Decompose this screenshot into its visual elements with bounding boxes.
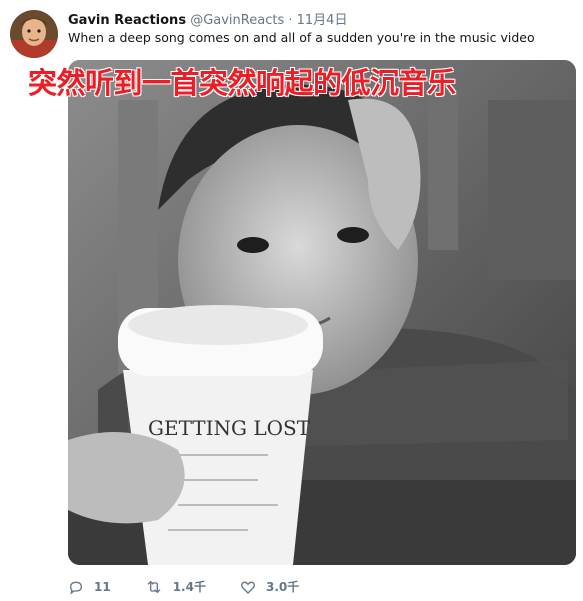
like-count: 3.0千	[265, 580, 300, 594]
retweet-icon	[147, 580, 161, 593]
photo-boy-with-cup: GETTING LOST	[68, 60, 576, 565]
like-button[interactable]: 3.0千	[240, 578, 299, 595]
author-name[interactable]: Gavin Reactions	[68, 13, 186, 28]
heart-icon	[240, 581, 255, 594]
retweet-count: 1.4千	[172, 580, 206, 594]
tweet-actions: 11 1.4千 3.0千	[68, 578, 333, 595]
reply-count: 11	[94, 579, 111, 594]
avatar-image	[10, 10, 58, 58]
author-handle[interactable]: @GavinReacts	[190, 13, 284, 28]
tweet-date[interactable]: 11月4日	[297, 13, 348, 28]
overlay-caption: 突然听到一首突然响起的低沉音乐	[28, 66, 456, 100]
cup-text: GETTING LOST	[148, 416, 311, 440]
header-separator: ·	[288, 13, 293, 28]
avatar[interactable]	[10, 10, 58, 58]
reply-icon	[69, 581, 83, 595]
tweet-header: Gavin Reactions @GavinReacts · 11月4日	[68, 9, 347, 28]
retweet-button[interactable]: 1.4千	[145, 578, 206, 595]
tweet-image[interactable]: GETTING LOST	[68, 60, 576, 565]
reply-button[interactable]: 11	[68, 579, 111, 595]
tweet-text: When a deep song comes on and all of a s…	[68, 30, 535, 45]
